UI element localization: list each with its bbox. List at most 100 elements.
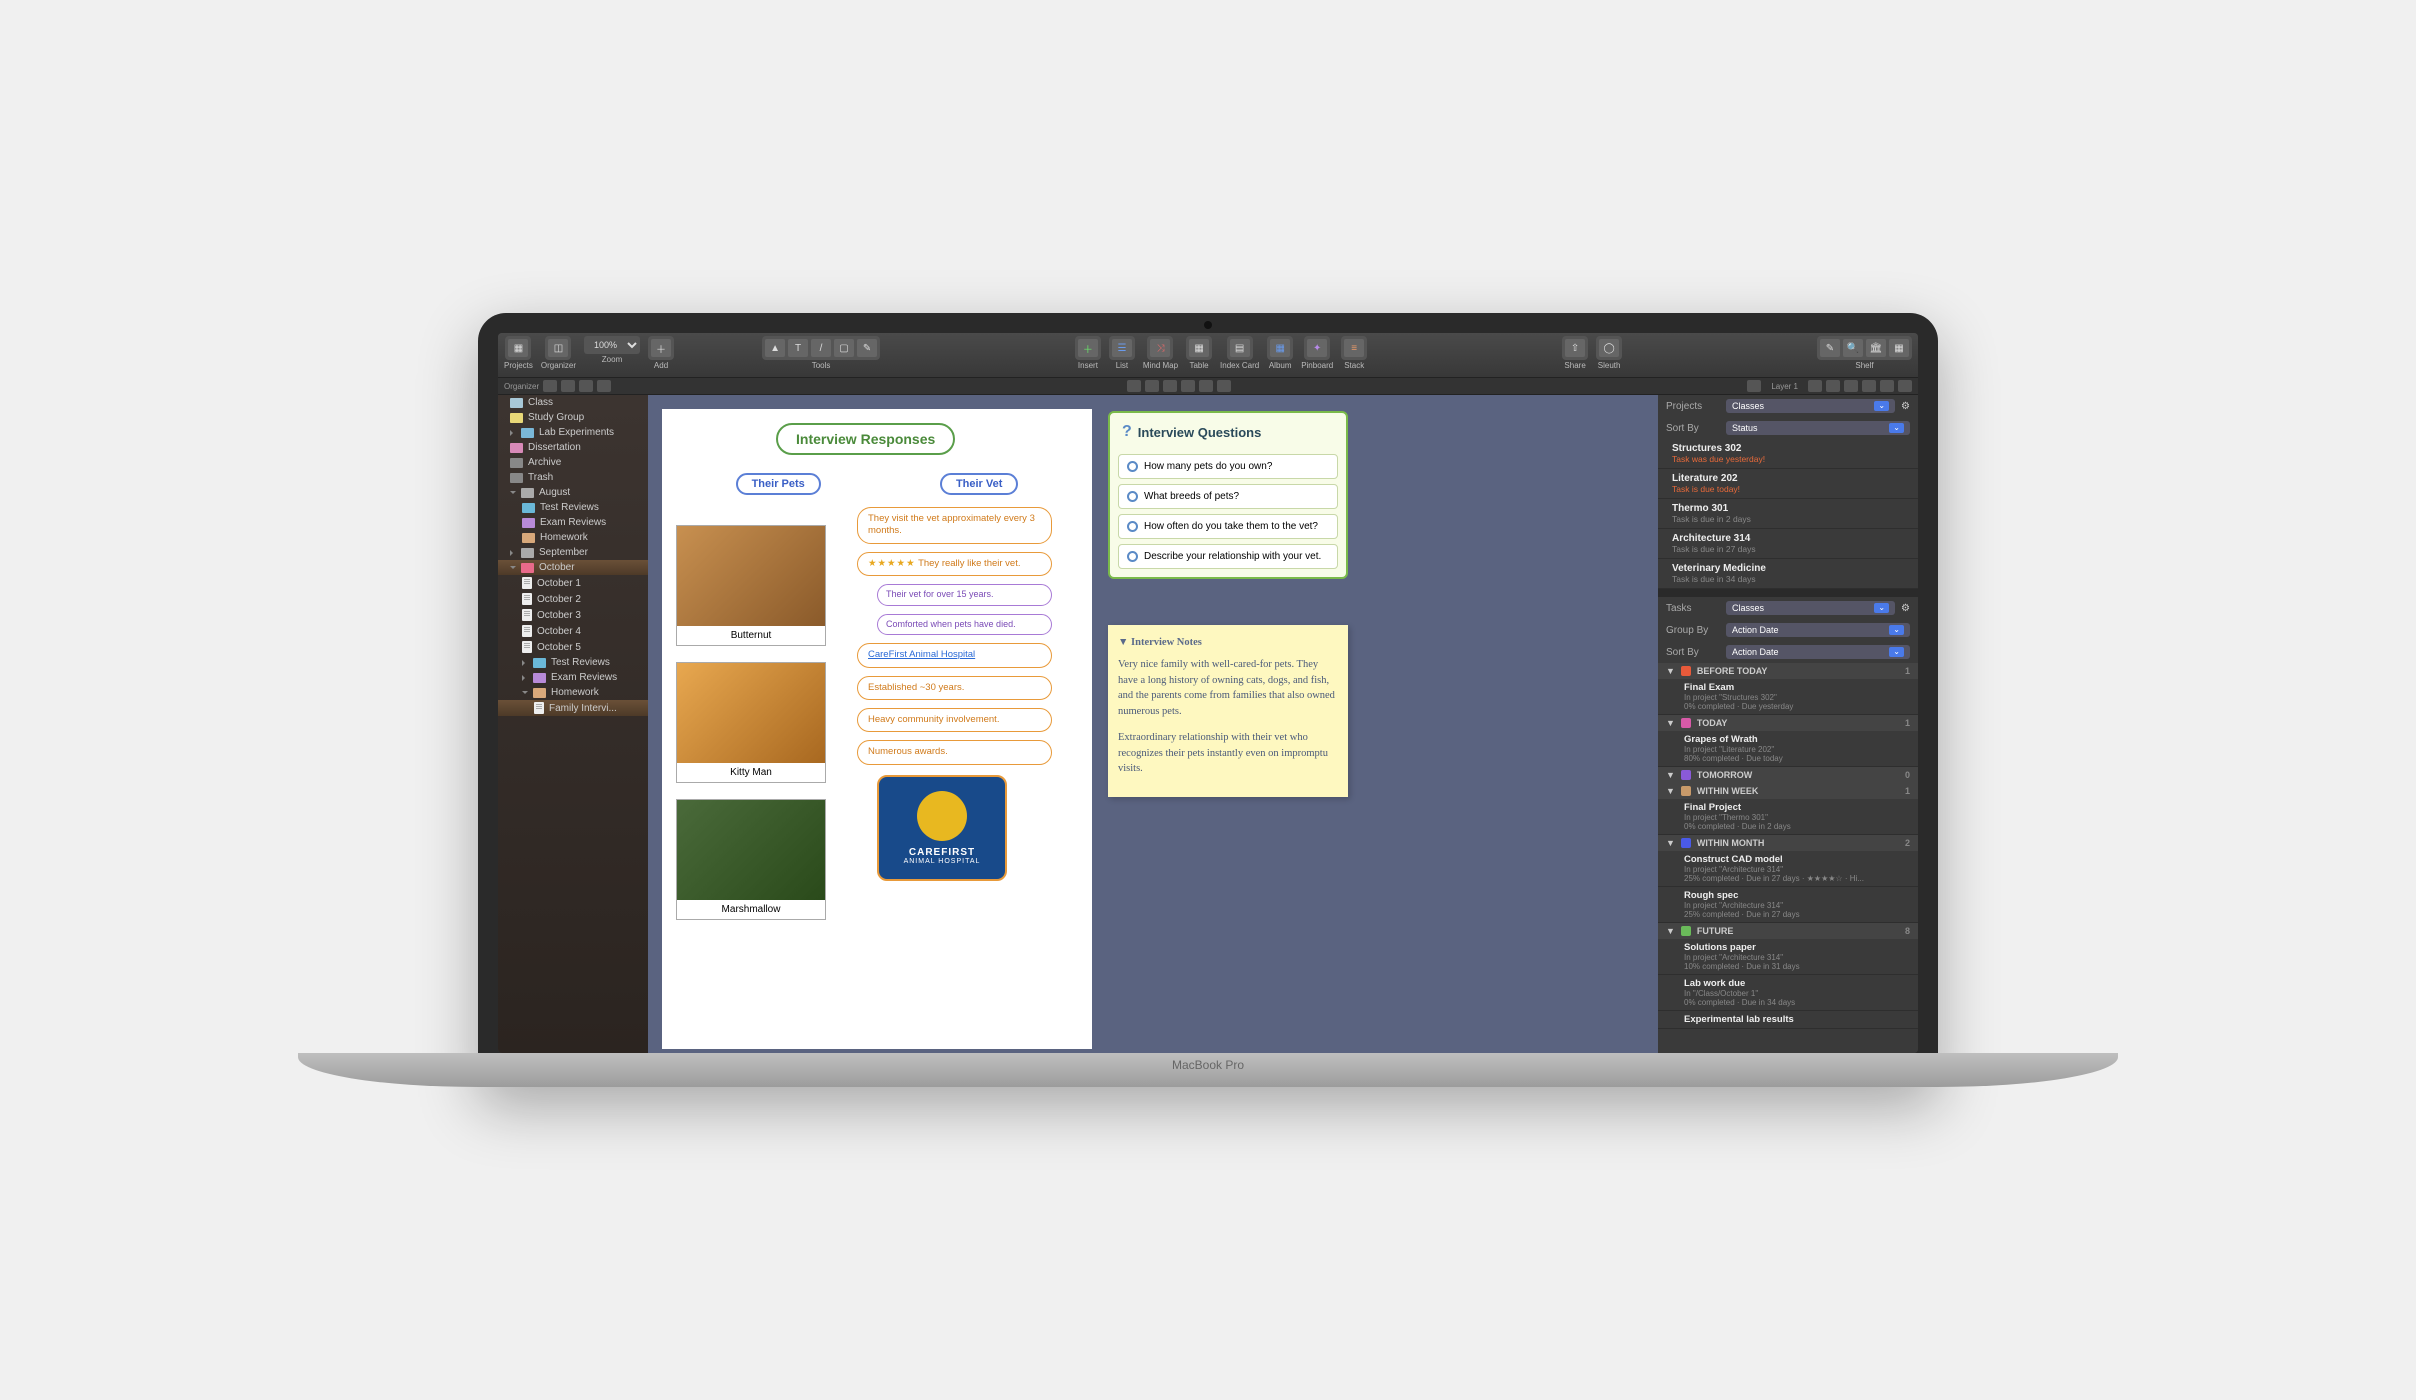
task-group-header[interactable]: ▼BEFORE TODAY1 <box>1658 663 1918 679</box>
mindmap-button[interactable]: ⤨ <box>1150 339 1170 357</box>
sidebar-item[interactable]: Exam Reviews <box>498 515 648 530</box>
vb-icon[interactable] <box>543 380 557 392</box>
zoom-select[interactable]: 100% <box>584 336 640 354</box>
vb-icon[interactable] <box>1862 380 1876 392</box>
interview-questions-card[interactable]: ?Interview Questions How many pets do yo… <box>1108 411 1348 579</box>
mindmap-bubble[interactable]: Their vet for over 15 years. <box>877 584 1052 606</box>
gear-icon[interactable]: ⚙ <box>1901 401 1910 412</box>
sidebar-month[interactable]: October <box>498 560 648 575</box>
table-button[interactable]: ▦ <box>1189 339 1209 357</box>
task-group-header[interactable]: ▼TODAY1 <box>1658 715 1918 731</box>
sidebar-item[interactable]: October 4 <box>498 623 648 639</box>
project-item[interactable]: Veterinary MedicineTask is due in 34 day… <box>1658 559 1918 589</box>
vb-icon[interactable] <box>1145 380 1159 392</box>
task-item[interactable]: Experimental lab results <box>1658 1011 1918 1029</box>
pinboard-button[interactable]: ✦ <box>1307 339 1327 357</box>
task-group-header[interactable]: ▼TOMORROW0 <box>1658 767 1918 783</box>
mindmap-bubble-link[interactable]: CareFirst Animal Hospital <box>857 643 1052 667</box>
shelf-search[interactable]: 🔍 <box>1843 339 1863 357</box>
sleuth-button[interactable]: ◯ <box>1599 339 1619 357</box>
layer-select[interactable]: Layer 1 <box>1771 382 1798 391</box>
projects-button[interactable]: ▦ <box>508 339 528 357</box>
vb-icon[interactable] <box>1217 380 1231 392</box>
vb-icon[interactable] <box>1747 380 1761 392</box>
sidebar-item[interactable]: October 1 <box>498 575 648 591</box>
task-item[interactable]: Rough specIn project "Architecture 314"2… <box>1658 887 1918 923</box>
vb-icon[interactable] <box>1181 380 1195 392</box>
vb-icon[interactable] <box>1880 380 1894 392</box>
task-group-header[interactable]: ▼WITHIN MONTH2 <box>1658 835 1918 851</box>
document-canvas[interactable]: Interview Responses Their Pets Their Vet… <box>648 395 1658 1053</box>
mindmap-node-pets[interactable]: Their Pets <box>736 473 821 495</box>
sidebar-item[interactable]: October 3 <box>498 607 648 623</box>
sidebar-item[interactable]: Test Reviews <box>498 655 648 670</box>
question-item[interactable]: How often do you take them to the vet? <box>1118 514 1338 539</box>
tool-draw[interactable]: ✎ <box>857 339 877 357</box>
mindmap-bubble[interactable]: ★★★★★ They really like their vet. <box>857 552 1052 576</box>
question-item[interactable]: What breeds of pets? <box>1118 484 1338 509</box>
mindmap-bubble[interactable]: Comforted when pets have died. <box>877 614 1052 636</box>
task-item[interactable]: Grapes of WrathIn project "Literature 20… <box>1658 731 1918 767</box>
task-item[interactable]: Lab work dueIn "/Class/October 1"0% comp… <box>1658 975 1918 1011</box>
vb-icon[interactable] <box>1127 380 1141 392</box>
pet-card[interactable]: Kitty Man <box>676 662 826 783</box>
pet-card[interactable]: Marshmallow <box>676 799 826 920</box>
sortby2-select[interactable]: Action Date⌄ <box>1726 645 1910 659</box>
projects-select[interactable]: Classes⌄ <box>1726 399 1895 413</box>
gear-icon[interactable]: ⚙ <box>1901 603 1910 614</box>
sidebar-item[interactable]: Study Group <box>498 410 648 425</box>
shelf-inspector[interactable]: ▦ <box>1889 339 1909 357</box>
sidebar-item[interactable]: Dissertation <box>498 440 648 455</box>
groupby-select[interactable]: Action Date⌄ <box>1726 623 1910 637</box>
project-item[interactable]: Literature 202Task is due today! <box>1658 469 1918 499</box>
mindmap-node-vet[interactable]: Their Vet <box>940 473 1018 495</box>
tool-text[interactable]: T <box>788 339 808 357</box>
sidebar-item[interactable]: October 2 <box>498 591 648 607</box>
question-item[interactable]: Describe your relationship with your vet… <box>1118 544 1338 569</box>
mindmap-root[interactable]: Interview Responses <box>776 423 955 455</box>
add-button[interactable]: ＋ <box>651 339 671 357</box>
sidebar-item[interactable]: Archive <box>498 455 648 470</box>
tool-pointer[interactable]: ▲ <box>765 339 785 357</box>
project-item[interactable]: Thermo 301Task is due in 2 days <box>1658 499 1918 529</box>
sidebar-item[interactable]: Test Reviews <box>498 500 648 515</box>
pet-card[interactable]: Butternut <box>676 525 826 646</box>
task-group-header[interactable]: ▼WITHIN WEEK1 <box>1658 783 1918 799</box>
indexcard-button[interactable]: ▤ <box>1230 339 1250 357</box>
sidebar-month[interactable]: August <box>498 485 648 500</box>
project-item[interactable]: Architecture 314Task is due in 27 days <box>1658 529 1918 559</box>
project-item[interactable]: Structures 302Task was due yesterday! <box>1658 439 1918 469</box>
mindmap-bubble[interactable]: Heavy community involvement. <box>857 708 1052 732</box>
task-group-header[interactable]: ▼FUTURE8 <box>1658 923 1918 939</box>
share-button[interactable]: ⇧ <box>1565 339 1585 357</box>
vb-icon[interactable] <box>1199 380 1213 392</box>
sidebar-item[interactable]: Homework <box>498 530 648 545</box>
vb-icon[interactable] <box>561 380 575 392</box>
vb-icon[interactable] <box>579 380 593 392</box>
list-button[interactable]: ☰ <box>1112 339 1132 357</box>
mindmap-bubble[interactable]: Established ~30 years. <box>857 676 1052 700</box>
sidebar-item[interactable]: Exam Reviews <box>498 670 648 685</box>
tasks-select[interactable]: Classes⌄ <box>1726 601 1895 615</box>
question-item[interactable]: How many pets do you own? <box>1118 454 1338 479</box>
vb-icon[interactable] <box>1844 380 1858 392</box>
task-item[interactable]: Construct CAD modelIn project "Architect… <box>1658 851 1918 887</box>
sidebar-item[interactable]: Class <box>498 395 648 410</box>
shelf-eyedropper[interactable]: ✎ <box>1820 339 1840 357</box>
stack-button[interactable]: ≡ <box>1344 339 1364 357</box>
interview-notes-card[interactable]: ▼ Interview Notes Very nice family with … <box>1108 625 1348 797</box>
tool-shape[interactable]: ▢ <box>834 339 854 357</box>
mindmap-bubble[interactable]: Numerous awards. <box>857 740 1052 764</box>
sidebar-item[interactable]: Family Intervi... <box>498 700 648 716</box>
logo-card[interactable]: CAREFIRST ANIMAL HOSPITAL <box>877 775 1007 881</box>
task-item[interactable]: Final ProjectIn project "Thermo 301"0% c… <box>1658 799 1918 835</box>
organizer-button[interactable]: ◫ <box>548 339 568 357</box>
vb-icon[interactable] <box>597 380 611 392</box>
mindmap-bubble[interactable]: They visit the vet approximately every 3… <box>857 507 1052 544</box>
vb-icon[interactable] <box>1163 380 1177 392</box>
vb-icon[interactable] <box>1826 380 1840 392</box>
shelf-library[interactable]: 🏛 <box>1866 339 1886 357</box>
sortby-select[interactable]: Status⌄ <box>1726 421 1910 435</box>
task-item[interactable]: Final ExamIn project "Structures 302"0% … <box>1658 679 1918 715</box>
album-button[interactable]: ▦ <box>1270 339 1290 357</box>
